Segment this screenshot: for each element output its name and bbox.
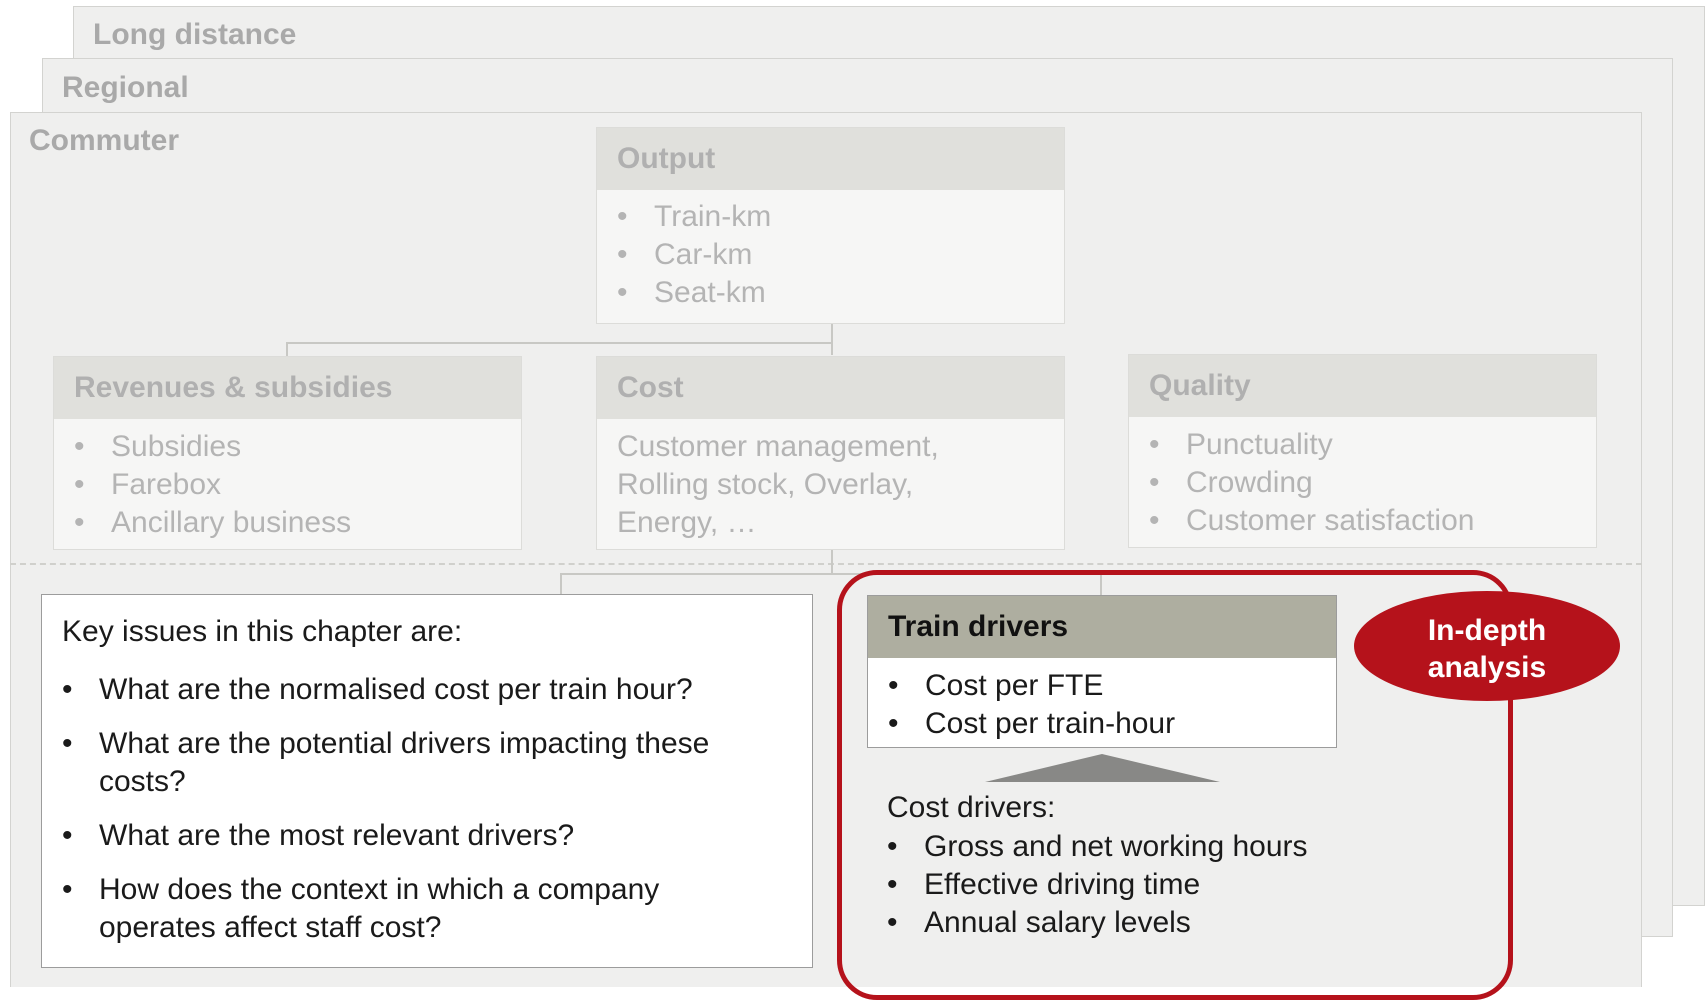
connector-horizontal-top bbox=[286, 342, 833, 344]
list-item: Car-km bbox=[617, 236, 771, 274]
list-item: Effective driving time bbox=[887, 866, 1308, 904]
list-item: Gross and net working hours bbox=[887, 828, 1308, 866]
revenues-title: Revenues & subsidies bbox=[54, 357, 521, 419]
connector-issues-up bbox=[560, 573, 562, 595]
cost-line: Rolling stock, Overlay, bbox=[617, 468, 914, 501]
key-issue-text: What are the potential drivers impacting… bbox=[99, 727, 710, 760]
connector-revenues-up bbox=[286, 342, 288, 357]
revenues-list: Subsidies Farebox Ancillary business bbox=[74, 428, 351, 542]
cost-box: Cost Customer management, Rolling stock,… bbox=[596, 356, 1065, 550]
cost-line: Energy, … bbox=[617, 506, 757, 539]
train-drivers-title: Train drivers bbox=[868, 596, 1336, 658]
list-item: What are the normalised cost per train h… bbox=[62, 671, 709, 709]
key-issue-text: What are the most relevant drivers? bbox=[99, 819, 575, 852]
badge-line: analysis bbox=[1427, 651, 1547, 684]
revenues-box: Revenues & subsidies Subsidies Farebox A… bbox=[53, 356, 522, 550]
layer-title-regional: Regional bbox=[62, 71, 189, 104]
output-box: Output Train-km Car-km Seat-km bbox=[596, 127, 1065, 324]
triangle-arrow-icon bbox=[985, 754, 1220, 782]
in-depth-analysis-badge: In-depth analysis bbox=[1354, 591, 1620, 701]
cost-drivers-heading: Cost drivers: bbox=[887, 791, 1056, 824]
cost-drivers-list: Gross and net working hours Effective dr… bbox=[887, 828, 1308, 942]
output-title: Output bbox=[597, 128, 1064, 190]
list-item: Customer satisfaction bbox=[1149, 502, 1474, 540]
list-item: Ancillary business bbox=[74, 504, 351, 542]
connector-output-down bbox=[831, 323, 833, 355]
list-item: Train-km bbox=[617, 198, 771, 236]
key-issue-text: How does the context in which a company bbox=[99, 873, 660, 906]
key-issues-list: What are the normalised cost per train h… bbox=[62, 671, 709, 947]
train-drivers-list: Cost per FTE Cost per train-hour bbox=[888, 667, 1175, 743]
list-item: Punctuality bbox=[1149, 426, 1474, 464]
dashed-divider bbox=[10, 563, 1642, 565]
layer-title-commuter: Commuter bbox=[29, 124, 180, 157]
quality-title: Quality bbox=[1129, 355, 1596, 417]
list-item: What are the most relevant drivers? bbox=[62, 817, 709, 855]
key-issue-text: What are the normalised cost per train h… bbox=[99, 673, 693, 706]
cost-title: Cost bbox=[597, 357, 1064, 419]
list-item: Crowding bbox=[1149, 464, 1474, 502]
list-item: Subsidies bbox=[74, 428, 351, 466]
list-item: How does the context in which a company … bbox=[62, 871, 709, 947]
layer-title-long-distance: Long distance bbox=[93, 18, 297, 51]
quality-list: Punctuality Crowding Customer satisfacti… bbox=[1149, 426, 1474, 540]
list-item: Farebox bbox=[74, 466, 351, 504]
list-item: What are the potential drivers impacting… bbox=[62, 725, 709, 801]
connector-cost-down bbox=[831, 549, 833, 573]
list-item: Cost per FTE bbox=[888, 667, 1175, 705]
key-issue-text: costs? bbox=[99, 765, 186, 798]
output-list: Train-km Car-km Seat-km bbox=[617, 198, 771, 312]
key-issue-text: operates affect staff cost? bbox=[99, 911, 442, 944]
train-drivers-box: Train drivers Cost per FTE Cost per trai… bbox=[867, 595, 1337, 748]
key-issues-box: Key issues in this chapter are: What are… bbox=[41, 594, 813, 968]
list-item: Cost per train-hour bbox=[888, 705, 1175, 743]
key-issues-heading: Key issues in this chapter are: bbox=[62, 615, 463, 648]
quality-box: Quality Punctuality Crowding Customer sa… bbox=[1128, 354, 1597, 548]
list-item: Annual salary levels bbox=[887, 904, 1308, 942]
list-item: Seat-km bbox=[617, 274, 771, 312]
cost-description: Customer management, Rolling stock, Over… bbox=[617, 428, 939, 542]
cost-line: Customer management, bbox=[617, 430, 939, 463]
badge-line: In-depth bbox=[1427, 614, 1547, 647]
